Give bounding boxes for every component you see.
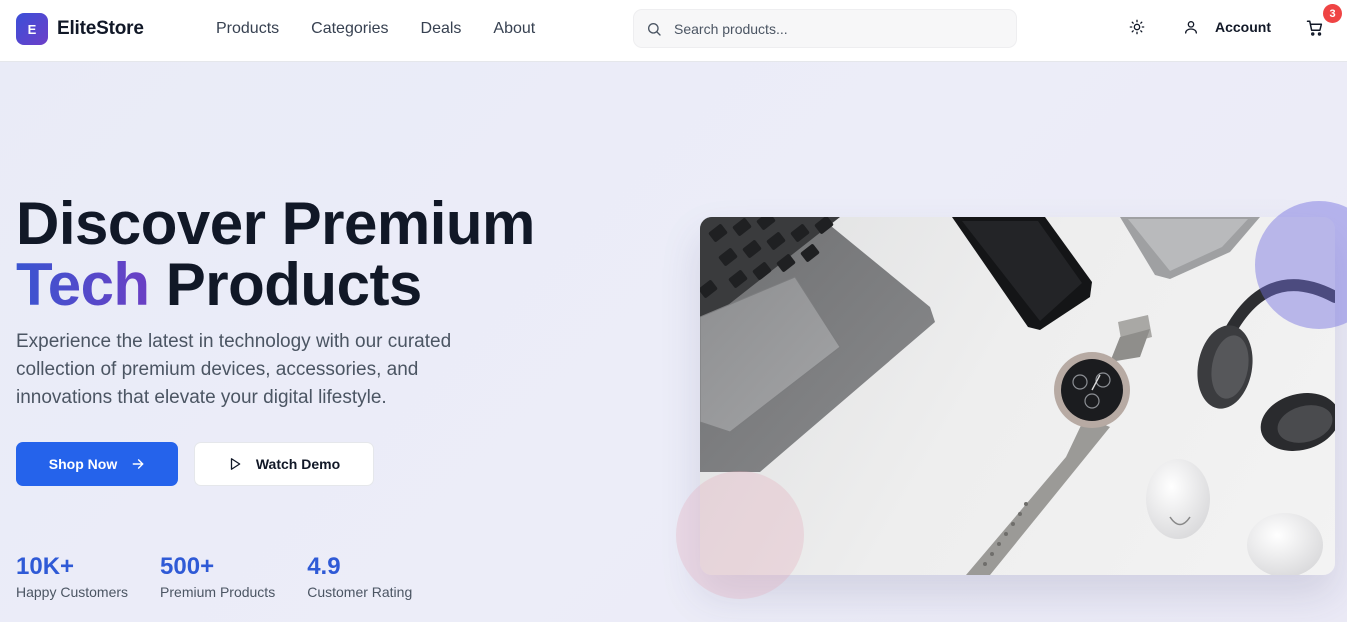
watch-graphic: [966, 315, 1152, 575]
laptop-graphic: [700, 217, 935, 472]
top-navbar: E EliteStore Products Categories Deals A…: [0, 0, 1347, 62]
stat-products: 500+ Premium Products: [160, 553, 275, 600]
logo-mark: E: [16, 13, 48, 45]
brand-logo[interactable]: E EliteStore: [16, 13, 144, 45]
search-input[interactable]: [674, 20, 994, 37]
stat-label: Happy Customers: [16, 584, 129, 600]
nav-about[interactable]: About: [493, 19, 535, 39]
watch-demo-label: Watch Demo: [255, 456, 341, 472]
cart-icon: [1306, 19, 1326, 37]
stat-rating: 4.9 Customer Rating: [307, 553, 412, 600]
hero-title-accent: Tech: [16, 251, 150, 318]
shop-now-label: Shop Now: [48, 456, 118, 472]
hero-title: Discover Premium Tech Products: [16, 193, 535, 315]
search-bar: [633, 9, 1017, 48]
account-button[interactable]: Account: [1183, 19, 1271, 35]
stat-label: Customer Rating: [307, 584, 413, 600]
brand-name: EliteStore: [57, 18, 144, 39]
stat-value: 500+: [160, 553, 215, 580]
arrow-right-icon: [131, 457, 145, 471]
earbuds-graphic: [1146, 459, 1323, 575]
phone-graphic: [952, 217, 1092, 330]
stat-value: 4.9: [307, 553, 341, 580]
nav-products[interactable]: Products: [216, 19, 279, 39]
main-nav: Products Categories Deals About: [216, 19, 567, 39]
stat-customers: 10K+ Happy Customers: [16, 553, 128, 600]
account-label: Account: [1215, 19, 1271, 35]
hero-subtitle: Experience the latest in technology with…: [16, 331, 452, 408]
nav-deals[interactable]: Deals: [421, 19, 462, 39]
nav-categories[interactable]: Categories: [311, 19, 388, 39]
shop-now-button[interactable]: Shop Now: [16, 442, 178, 486]
theme-toggle-button[interactable]: [1127, 19, 1147, 39]
cart-button[interactable]: [1306, 19, 1326, 39]
play-icon: [228, 457, 242, 471]
cart-count-badge: 3: [1323, 4, 1342, 23]
stat-label: Premium Products: [160, 584, 276, 600]
hero-title-line1: Discover Premium: [16, 190, 535, 257]
hero-title-line2: Products: [149, 251, 423, 318]
user-icon: [1183, 19, 1199, 35]
decorative-circle-bottom: [676, 471, 804, 599]
watch-demo-button[interactable]: Watch Demo: [194, 442, 374, 486]
stat-value: 10K+: [16, 553, 75, 580]
hero-stats: 10K+ Happy Customers 500+ Premium Produc…: [16, 553, 444, 600]
search-icon: [646, 21, 662, 37]
sun-icon: [1129, 19, 1145, 40]
